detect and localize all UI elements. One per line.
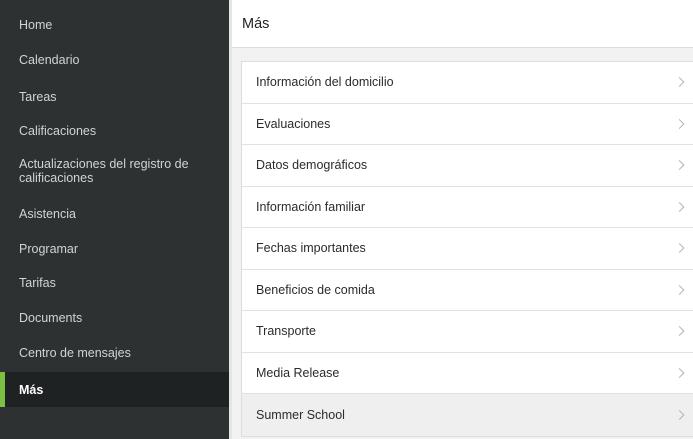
chevron-right-icon xyxy=(674,326,685,337)
sidebar-item-label: Home xyxy=(19,18,53,32)
list-item-beneficios-de-comida[interactable]: Beneficios de comida xyxy=(242,270,693,311)
list-item-label: Datos demográficos xyxy=(256,158,368,173)
sidebar-item-actualizaciones[interactable]: Actualizaciones del registro de califica… xyxy=(0,152,229,190)
chevron-right-icon xyxy=(674,409,685,420)
chevron-right-icon xyxy=(674,160,685,171)
chevron-right-icon xyxy=(674,118,685,129)
list-item-label: Media Release xyxy=(256,365,340,380)
sidebar-item-label: Documents xyxy=(19,311,83,325)
list-item-label: Summer School xyxy=(256,407,345,422)
list-item-transporte[interactable]: Transporte xyxy=(242,311,693,353)
list-item-label: Información del domicilio xyxy=(256,75,394,90)
list-item-media-release[interactable]: Media Release xyxy=(242,353,693,394)
sidebar-item-programar[interactable]: Programar xyxy=(0,232,229,266)
list-item-informacion-familiar[interactable]: Información familiar xyxy=(242,187,693,228)
sidebar-item-label: Calificaciones xyxy=(19,124,97,138)
sidebar-item-calificaciones[interactable]: Calificaciones xyxy=(0,114,229,148)
sidebar-item-label: Centro de mensajes xyxy=(19,346,131,360)
sidebar-item-label: Más xyxy=(19,382,44,397)
list-item-fechas-importantes[interactable]: Fechas importantes xyxy=(242,228,693,270)
more-options-list: Información del domicilio Evaluaciones D… xyxy=(241,61,693,437)
page-header: Más xyxy=(232,0,693,48)
list-item-label: Evaluaciones xyxy=(256,116,331,131)
list-item-label: Transporte xyxy=(256,324,316,339)
sidebar-item-label: Programar xyxy=(19,242,79,256)
sidebar-item-label: Tarifas xyxy=(19,276,56,290)
page-title: Más xyxy=(242,16,270,32)
sidebar-item-label: Asistencia xyxy=(19,207,76,221)
sidebar-item-calendario[interactable]: Calendario xyxy=(0,45,229,75)
list-item-datos-demograficos[interactable]: Datos demográficos xyxy=(242,145,693,187)
list-item-summer-school[interactable]: Summer School xyxy=(242,394,693,436)
list-item-informacion-del-domicilio[interactable]: Información del domicilio xyxy=(242,62,693,104)
chevron-right-icon xyxy=(674,243,685,254)
sidebar-item-mas[interactable]: Más xyxy=(0,372,229,407)
list-item-label: Información familiar xyxy=(256,199,366,214)
sidebar-item-centro-de-mensajes[interactable]: Centro de mensajes xyxy=(0,336,229,370)
chevron-right-icon xyxy=(674,77,685,88)
list-item-label: Fechas importantes xyxy=(256,241,366,256)
sidebar-item-home[interactable]: Home xyxy=(0,8,229,42)
sidebar-item-tarifas[interactable]: Tarifas xyxy=(0,266,229,300)
chevron-right-icon xyxy=(674,284,685,295)
sidebar: Home Calendario Tareas Calificaciones Ac… xyxy=(0,0,229,439)
sidebar-item-label: Actualizaciones del registro de califica… xyxy=(19,157,189,185)
list-item-evaluaciones[interactable]: Evaluaciones xyxy=(242,104,693,145)
sidebar-item-label: Tareas xyxy=(19,90,57,104)
sidebar-item-asistencia[interactable]: Asistencia xyxy=(0,197,229,231)
chevron-right-icon xyxy=(674,201,685,212)
chevron-right-icon xyxy=(674,367,685,378)
sidebar-divider xyxy=(229,0,232,439)
sidebar-item-documents[interactable]: Documents xyxy=(0,301,229,335)
list-item-label: Beneficios de comida xyxy=(256,282,375,297)
sidebar-item-tareas[interactable]: Tareas xyxy=(0,80,229,114)
sidebar-item-label: Calendario xyxy=(19,53,80,67)
